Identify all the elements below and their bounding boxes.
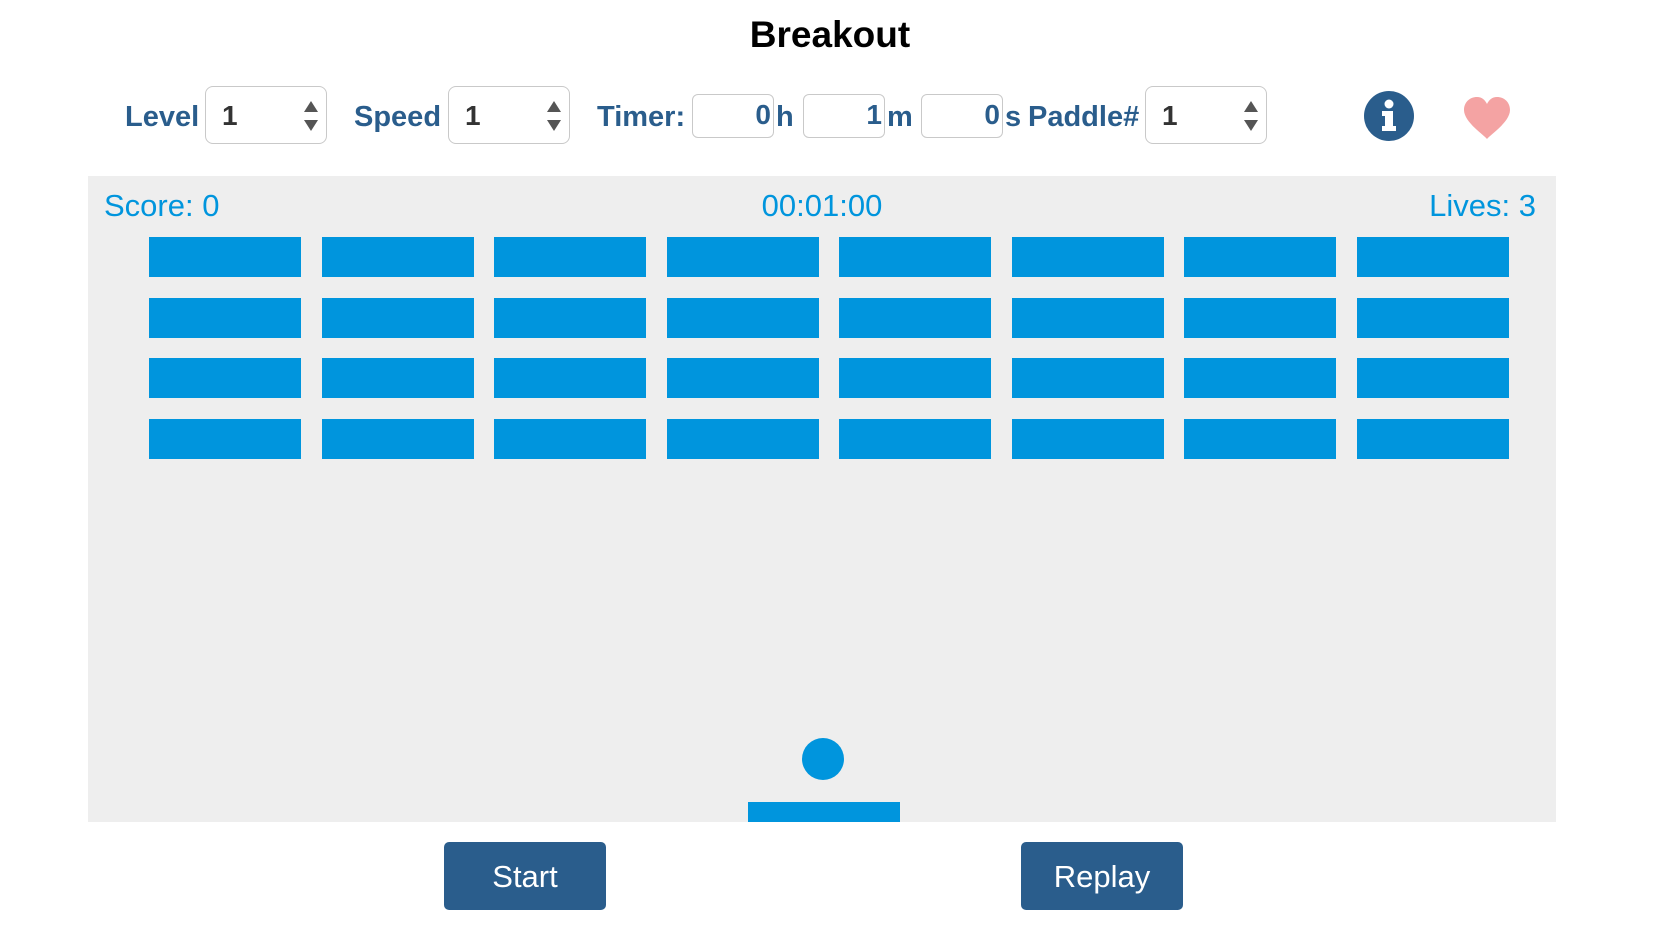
brick (667, 298, 819, 338)
select-arrows-icon (304, 101, 318, 131)
breakout-page: Breakout Level 1 Speed 1 Timer: 0 h 1 m … (0, 0, 1660, 950)
brick (1012, 298, 1164, 338)
brick (494, 358, 646, 398)
paddle[interactable] (748, 802, 900, 822)
seconds-unit-label: s (1005, 101, 1022, 133)
brick (1184, 237, 1336, 277)
brick (839, 419, 991, 459)
heart-icon[interactable] (1462, 96, 1512, 140)
brick (1012, 237, 1164, 277)
brick (839, 237, 991, 277)
brick (149, 298, 301, 338)
controls-bar: Level 1 Speed 1 Timer: 0 h 1 m 0 s Paddl… (0, 86, 1660, 146)
brick (1184, 358, 1336, 398)
game-timer-display: 00:01:00 (761, 188, 883, 223)
select-arrows-icon (1244, 101, 1258, 131)
brick (667, 237, 819, 277)
game-canvas[interactable]: Score: 0 00:01:00 Lives: 3 (88, 176, 1556, 822)
brick (322, 298, 474, 338)
brick (839, 298, 991, 338)
brick (667, 419, 819, 459)
start-button[interactable]: Start (444, 842, 606, 910)
page-title: Breakout (749, 14, 911, 55)
brick (1357, 298, 1509, 338)
brick (1012, 419, 1164, 459)
ball (802, 738, 844, 780)
hours-unit-label: h (776, 101, 794, 133)
brick (1357, 419, 1509, 459)
brick (322, 419, 474, 459)
paddle-label: Paddle# (1028, 101, 1140, 133)
lives-display: Lives: 3 (1429, 188, 1536, 223)
speed-select-value: 1 (465, 100, 481, 131)
brick (1184, 298, 1336, 338)
speed-label: Speed (354, 101, 442, 133)
brick (667, 358, 819, 398)
level-select[interactable]: 1 (205, 86, 327, 144)
brick (149, 358, 301, 398)
select-arrows-icon (547, 101, 561, 131)
brick (1184, 419, 1336, 459)
timer-seconds-input[interactable]: 0 (921, 94, 1003, 138)
brick (1357, 237, 1509, 277)
brick (494, 237, 646, 277)
brick (1357, 358, 1509, 398)
paddle-select[interactable]: 1 (1145, 86, 1267, 144)
speed-select[interactable]: 1 (448, 86, 570, 144)
brick (494, 298, 646, 338)
info-icon[interactable] (1364, 91, 1414, 141)
brick (839, 358, 991, 398)
level-select-value: 1 (222, 100, 238, 131)
paddle-select-value: 1 (1162, 100, 1178, 131)
replay-button[interactable]: Replay (1021, 842, 1183, 910)
brick (149, 419, 301, 459)
timer-label: Timer: (597, 101, 686, 133)
timer-hours-input[interactable]: 0 (692, 94, 774, 138)
timer-minutes-input[interactable]: 1 (803, 94, 885, 138)
minutes-unit-label: m (887, 101, 913, 133)
brick (149, 237, 301, 277)
brick (322, 358, 474, 398)
brick (1012, 358, 1164, 398)
brick (494, 419, 646, 459)
brick (322, 237, 474, 277)
level-label: Level (125, 101, 200, 133)
